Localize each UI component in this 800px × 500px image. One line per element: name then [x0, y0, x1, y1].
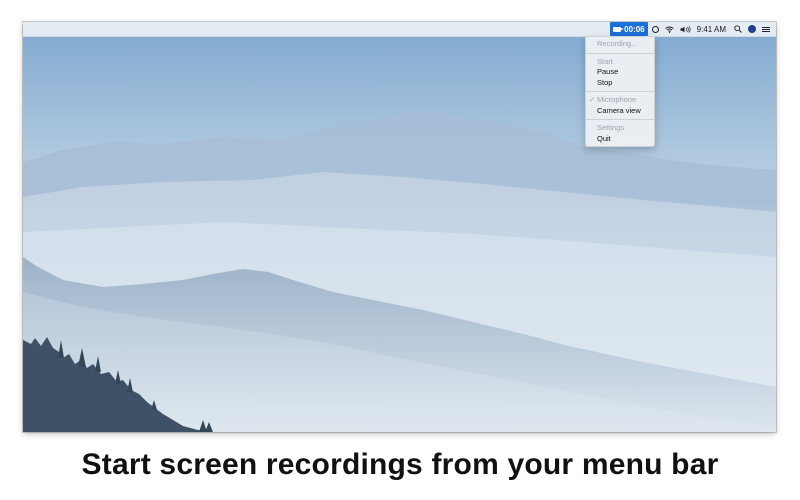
menu-item-quit[interactable]: Quit — [586, 134, 654, 145]
menu-item-pause[interactable]: Pause — [586, 67, 654, 78]
recording-menu-dropdown: Recording... Start Pause Stop ✓ Micropho… — [585, 36, 655, 147]
recording-status-button[interactable]: 00:06 — [610, 22, 648, 36]
menu-item-settings: Settings — [597, 123, 625, 132]
menu-item-stop[interactable]: Stop — [586, 78, 654, 89]
recording-timer: 00:06 — [624, 24, 645, 34]
menu-item-microphone-label: Microphone — [597, 95, 637, 104]
clock-icon[interactable] — [651, 22, 659, 36]
menu-item-camera-view[interactable]: Camera view — [586, 106, 654, 117]
menu-item-microphone: ✓ Microphone — [586, 95, 654, 106]
volume-icon[interactable] — [680, 22, 691, 36]
desktop-wallpaper — [23, 22, 776, 432]
menubar-clock[interactable]: 9:41 AM — [697, 22, 726, 36]
desktop-screen: 00:06 9:41 AM Recording... Start Pause S… — [23, 22, 776, 432]
search-icon[interactable] — [734, 22, 742, 36]
menu-bar: 00:06 9:41 AM — [23, 22, 776, 37]
camera-icon — [613, 26, 625, 32]
checkmark-icon: ✓ — [589, 95, 596, 104]
menu-separator — [586, 52, 654, 54]
menu-separator — [586, 91, 654, 92]
promo-caption: Start screen recordings from your menu b… — [81, 448, 719, 481]
wifi-icon[interactable] — [664, 22, 674, 36]
notification-list-icon[interactable] — [762, 22, 770, 36]
menu-item-start: Start — [597, 56, 613, 66]
user-avatar-icon[interactable] — [748, 22, 756, 36]
menu-separator — [586, 119, 654, 120]
menu-item-recording: Recording... — [597, 39, 638, 48]
